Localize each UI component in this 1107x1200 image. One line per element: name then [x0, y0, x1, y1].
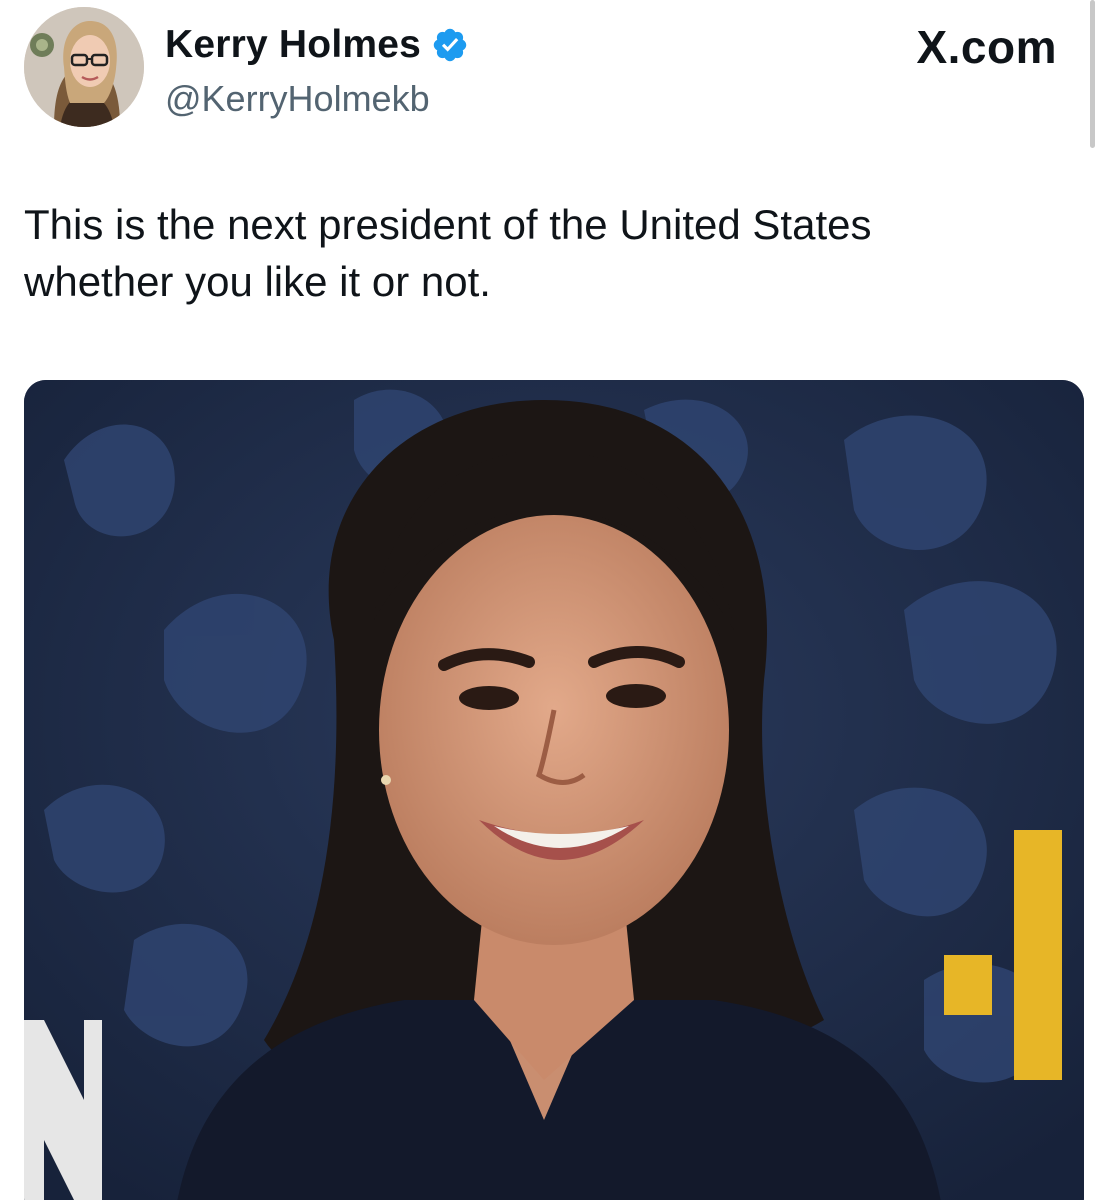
tweet-media-photo[interactable] [24, 380, 1084, 1200]
tweet-screenshot: Kerry Holmes @KerryHolmekb X.com This is… [0, 0, 1107, 1200]
author-display-name[interactable]: Kerry Holmes [165, 23, 421, 67]
author-name-row: Kerry Holmes [165, 22, 469, 68]
portrait-photo [24, 380, 1084, 1200]
verified-badge-icon[interactable] [431, 26, 469, 64]
avatar-photo [24, 7, 144, 127]
scrollbar[interactable] [1090, 0, 1095, 148]
author-avatar[interactable] [24, 7, 144, 127]
site-label: X.com [916, 21, 1057, 73]
tweet-text: This is the next president of the United… [24, 201, 872, 305]
author-handle[interactable]: @KerryHolmekb [165, 78, 430, 120]
